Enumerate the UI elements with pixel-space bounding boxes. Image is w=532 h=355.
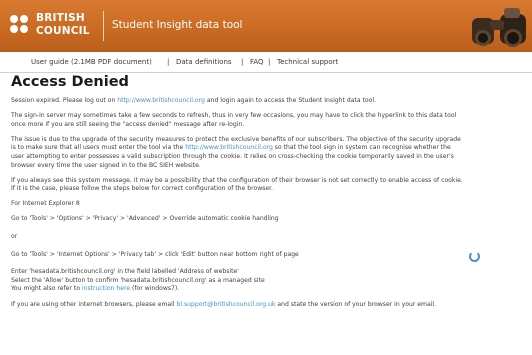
nav-faq-link[interactable]: FAQ: [250, 58, 264, 66]
top-nav: User guide (2.1MB PDF document) | Data d…: [0, 56, 532, 70]
instruction-here-link[interactable]: instruction here: [82, 285, 130, 292]
session-expired-text: Session expired. Please log out on http:…: [11, 97, 376, 104]
app-title: Student Insight data tool: [112, 19, 243, 31]
nav-separator: |: [268, 58, 271, 66]
cookie-config-text: If you always see this system message, i…: [11, 176, 463, 193]
nav-divider: [0, 72, 532, 73]
loading-spinner-icon: [469, 251, 480, 262]
nav-technical-support-link[interactable]: Technical support: [277, 58, 338, 66]
nav-user-guide-link[interactable]: User guide (2.1MB PDF document): [31, 58, 152, 66]
header-divider: [103, 11, 104, 41]
or-text: or: [11, 233, 18, 241]
british-council-logo[interactable]: BRITISH COUNCIL: [10, 12, 102, 40]
allow-site-instructions: Enter 'hesadata.britishcouncil.org' in t…: [11, 268, 265, 293]
nav-separator: |: [241, 58, 244, 66]
ie-step-2: Go to 'Tools' > 'Internet Options' > 'Pr…: [11, 250, 299, 258]
logo-dots-icon: [10, 15, 32, 37]
logo-text: BRITISH COUNCIL: [36, 12, 90, 37]
binoculars-icon: [472, 8, 526, 47]
ie-step-1: Go to 'Tools' > 'Options' > 'Privacy' > …: [11, 215, 279, 223]
nav-data-definitions-link[interactable]: Data definitions: [176, 58, 232, 66]
page-title: Access Denied: [11, 74, 129, 90]
ie-heading: For Internet Explorer 8: [11, 200, 80, 208]
nav-separator: |: [167, 58, 170, 66]
refresh-note-text: The sign-in server may sometimes take a …: [11, 112, 457, 128]
main-content: Access Denied Session expired. Please lo…: [11, 74, 521, 316]
security-upgrade-text: The issue is due to the upgrade of the s…: [11, 135, 461, 169]
header-banner: BRITISH COUNCIL Student Insight data too…: [0, 0, 532, 52]
britishcouncil-link[interactable]: http://www.britishcouncil.org: [185, 144, 273, 151]
other-browsers-text: If you are using other internet browsers…: [11, 300, 437, 308]
britishcouncil-link[interactable]: http://www.britishcouncil.org: [117, 97, 205, 104]
support-email-link[interactable]: bl.support@britishcouncil.org.uk: [176, 301, 275, 308]
